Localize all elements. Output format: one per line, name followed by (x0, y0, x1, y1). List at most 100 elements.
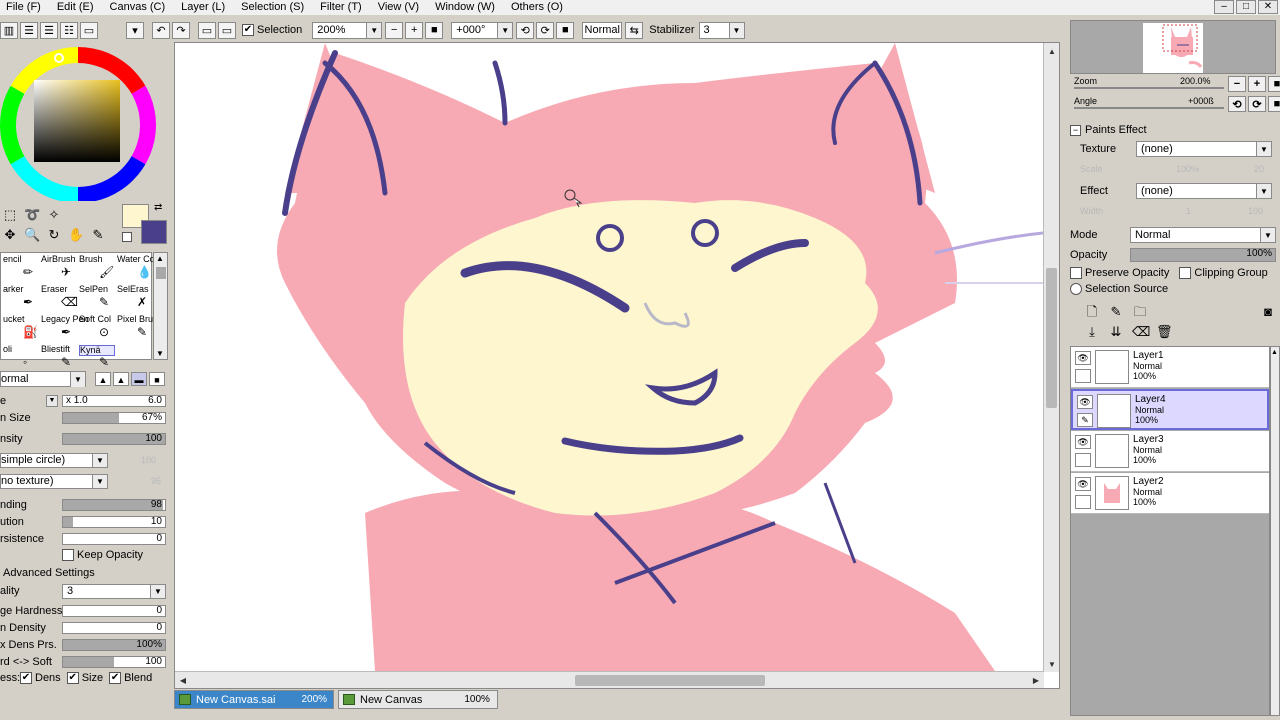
brush-tool-5[interactable]: arker (3, 285, 39, 294)
layout-1-icon[interactable]: ☰ (20, 21, 38, 39)
zoom-in-button[interactable]: + (405, 21, 424, 39)
brush-shape-medium[interactable]: ▲ (113, 372, 129, 386)
size-mult-dropdown[interactable]: ▼ (46, 395, 58, 407)
minimize-button[interactable]: – (1214, 0, 1234, 14)
layer-row[interactable]: 👁 Layer2 Normal 100% (1071, 473, 1269, 514)
nav-zoom-reset-button[interactable]: ■ (1268, 76, 1280, 92)
menu-window[interactable]: Window (W) (429, 0, 505, 15)
effect-select[interactable]: (none) ▼ (1136, 183, 1272, 199)
keep-opacity-checkbox[interactable] (62, 549, 74, 561)
brush-tool-12[interactable]: Pixel Bru (117, 315, 153, 324)
layout-4-icon[interactable]: ▭ (80, 21, 98, 39)
brush-tool-13[interactable]: oli (3, 345, 39, 354)
preserve-opacity-checkbox[interactable] (1070, 267, 1082, 279)
rect-select-icon[interactable]: ⬚ (2, 207, 18, 223)
zoom-icon[interactable]: 🔍 (24, 227, 40, 243)
brush-tool-6[interactable]: Eraser (41, 285, 77, 294)
brush-tool-15[interactable]: Kynä (79, 345, 115, 356)
flip-horizontal-icon[interactable]: ⇆ (625, 21, 644, 39)
zoom-out-button[interactable]: − (385, 21, 404, 39)
doc-tab-new-canvas-sai[interactable]: New Canvas.sai 200% (174, 690, 334, 709)
texture-select[interactable]: no texture) ▼ (0, 473, 108, 489)
secondary-color-swatch[interactable] (141, 220, 167, 244)
layout-3-icon[interactable]: ☷ (60, 21, 78, 39)
scroll-thumb[interactable] (156, 267, 166, 279)
menu-file[interactable]: File (F) (0, 0, 51, 15)
eyedropper-icon[interactable]: ✎ (90, 227, 106, 243)
shape-select[interactable]: simple circle) ▼ (0, 452, 108, 468)
menu-filter[interactable]: Filter (T) (314, 0, 372, 15)
selection-source-radio[interactable] (1070, 283, 1082, 295)
selection-checkbox[interactable]: ✔ (242, 24, 254, 36)
saturation-value-box[interactable] (34, 80, 120, 162)
canvas-horizontal-scrollbar[interactable]: ◀ ▶ (175, 671, 1044, 688)
brush-shape-square[interactable]: ■ (149, 372, 165, 386)
menu-edit[interactable]: Edit (E) (51, 0, 104, 15)
layer-opacity-slider[interactable]: 100% (1130, 248, 1276, 262)
brush-tool-4[interactable]: Water Color (117, 255, 165, 264)
lasso-icon[interactable]: ➰ (24, 207, 40, 223)
keep-opacity-row[interactable]: Keep Opacity (0, 548, 170, 562)
texture-select[interactable]: (none) ▼ (1136, 141, 1272, 157)
scroll-up-icon[interactable]: ▲ (1271, 349, 1278, 356)
hand-icon[interactable]: ✋ (68, 227, 84, 243)
brush-size-slider[interactable]: x 1.0 6.0 (62, 395, 166, 407)
close-button[interactable]: ✕ (1258, 0, 1278, 14)
swap-colors-icon[interactable]: ⇄ (154, 202, 162, 213)
menu-others[interactable]: Others (O) (505, 0, 573, 15)
layer-lock-box[interactable] (1075, 453, 1091, 467)
quality-select[interactable]: 3 ▼ (62, 583, 166, 599)
navigator-preview[interactable] (1070, 20, 1276, 74)
menu-layer[interactable]: Layer (L) (175, 0, 235, 15)
toolbar-menu-icon[interactable]: ▾ (126, 21, 144, 39)
layout-2-icon[interactable]: ☰ (40, 21, 58, 39)
layer-mask-icon[interactable]: ◙ (1260, 304, 1276, 320)
layer-row[interactable]: 👁 Layer3 Normal 100% (1071, 431, 1269, 472)
undo-icon[interactable]: ↶ (152, 21, 170, 39)
angle-select[interactable]: +000° ▼ (451, 21, 514, 39)
eye-icon[interactable]: 👁 (1077, 395, 1093, 409)
stabilizer-select[interactable]: 3 ▼ (698, 21, 745, 39)
eye-icon[interactable]: 👁 (1075, 351, 1091, 365)
rotate-icon[interactable]: ↻ (46, 227, 62, 243)
layer-lock-box[interactable] (1075, 495, 1091, 509)
blending-slider[interactable]: 98 (62, 499, 166, 511)
brush-shape-soft[interactable]: ▲ (95, 372, 111, 386)
dens-checkbox[interactable]: ✔ (20, 672, 32, 684)
dilution-slider[interactable]: 10 (62, 516, 166, 528)
rotate-left-icon[interactable]: ⟲ (516, 21, 535, 39)
scroll-down-icon[interactable]: ▼ (156, 349, 164, 358)
layer-row[interactable]: 👁 ✎ Layer4 Normal 100% (1071, 389, 1269, 430)
transparent-color-icon[interactable] (122, 232, 132, 242)
drawing-canvas[interactable] (175, 43, 1043, 671)
redo-icon[interactable]: ↷ (172, 21, 190, 39)
min-size-slider[interactable]: 67% (62, 412, 166, 424)
nav-rotate-right-icon[interactable]: ⟳ (1248, 96, 1266, 112)
scroll-left-icon[interactable]: ◀ (176, 673, 190, 687)
new-folder-icon[interactable]: 🗀 (1132, 304, 1148, 320)
zoom-reset-button[interactable]: ■ (425, 21, 444, 39)
brush-tool-7[interactable]: SelPen (79, 285, 115, 294)
edge-hardness-slider[interactable]: 0 (62, 605, 166, 617)
maximize-button[interactable]: □ (1236, 0, 1256, 14)
scroll-down-icon[interactable]: ▼ (1045, 657, 1059, 671)
brush-tool-2[interactable]: AirBrush (41, 255, 77, 264)
min-density-slider[interactable]: 0 (62, 622, 166, 634)
brush-tool-11[interactable]: Soft Col (79, 315, 115, 324)
paints-effect-header[interactable]: − Paints Effect (1070, 124, 1147, 136)
clipping-group-checkbox[interactable] (1179, 267, 1192, 279)
brush-tool-10[interactable]: Legacy Pen (41, 315, 89, 324)
layer-list-scrollbar[interactable]: ▲ (1270, 346, 1280, 716)
layer-mode-select[interactable]: Normal ▼ (1130, 227, 1276, 243)
delete-layer-icon[interactable]: 🗑 (1156, 324, 1173, 340)
brush-tool-9[interactable]: ucket (3, 315, 39, 324)
brush-tool-8[interactable]: SelEras (117, 285, 153, 294)
density-slider[interactable]: 100 (62, 433, 166, 445)
menu-view[interactable]: View (V) (372, 0, 429, 15)
nav-rotate-reset-button[interactable]: ■ (1268, 96, 1280, 112)
panel-toggle-icon[interactable]: ▥ (0, 21, 18, 39)
navigator-angle-slider[interactable] (1074, 107, 1224, 109)
brush-shape-hard[interactable]: ▬ (131, 372, 147, 386)
magic-wand-icon[interactable]: ✧ (46, 207, 62, 223)
new-layer-icon[interactable]: 🗋 (1084, 304, 1100, 320)
